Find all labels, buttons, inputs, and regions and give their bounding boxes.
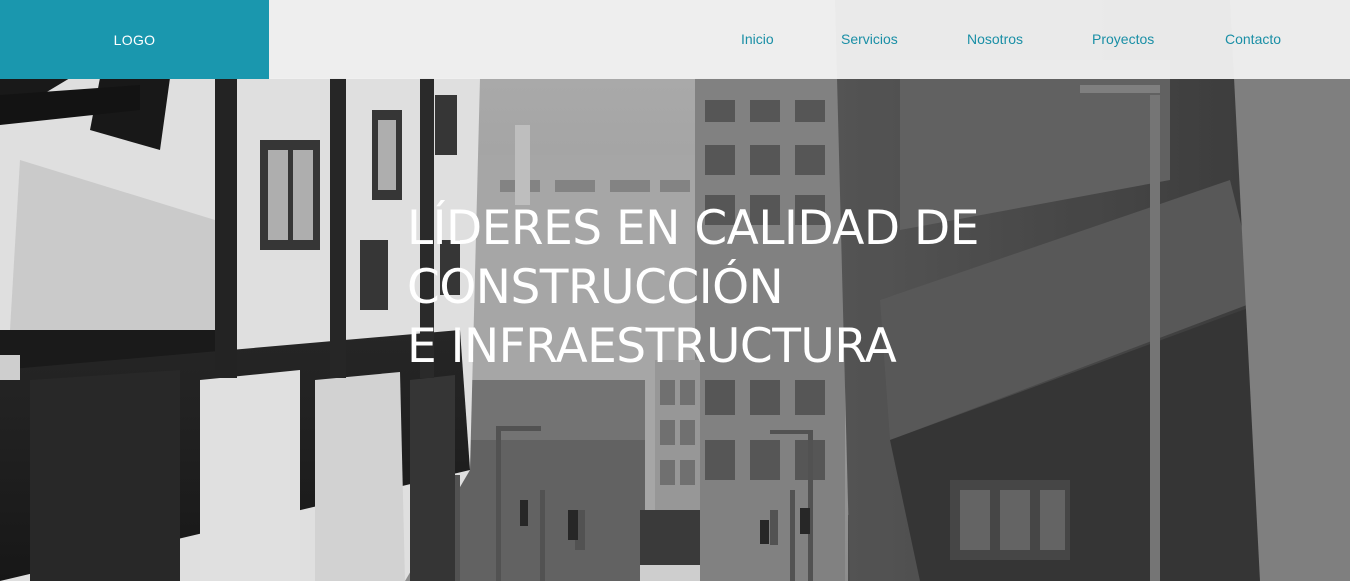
hero-headline-line-2: CONSTRUCCIÓN bbox=[407, 260, 784, 315]
top-navigation-bar: LOGO Inicio Servicios Nosotros Proyectos… bbox=[0, 0, 1350, 79]
main-nav: Inicio Servicios Nosotros Proyectos Cont… bbox=[269, 0, 1350, 79]
nav-link-nosotros[interactable]: Nosotros bbox=[967, 31, 1023, 47]
landing-page: LOGO Inicio Servicios Nosotros Proyectos… bbox=[0, 0, 1350, 581]
hero-headline: LÍDERES EN CALIDAD DE CONSTRUCCIÓN E INF… bbox=[407, 199, 1047, 376]
hero-headline-line-3: E INFRAESTRUCTURA bbox=[407, 319, 897, 374]
nav-link-inicio[interactable]: Inicio bbox=[741, 31, 774, 47]
nav-link-contacto[interactable]: Contacto bbox=[1225, 31, 1281, 47]
logo-text: LOGO bbox=[113, 31, 156, 48]
hero-headline-line-1: LÍDERES EN CALIDAD DE bbox=[407, 201, 979, 256]
logo[interactable]: LOGO bbox=[0, 0, 269, 79]
nav-link-servicios[interactable]: Servicios bbox=[841, 31, 898, 47]
nav-link-proyectos[interactable]: Proyectos bbox=[1092, 31, 1154, 47]
